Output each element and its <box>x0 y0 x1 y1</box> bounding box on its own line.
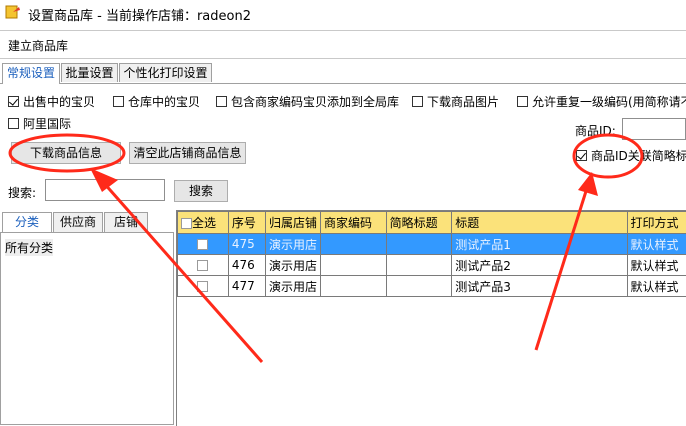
allow-duplicate-label: 允许重复一级编码(用简称请不 <box>532 93 686 110</box>
table-row[interactable]: 477 演示用店 测试产品3 默认样式 <box>178 276 686 297</box>
settings-tabstrip: 常规设置 批量设置 个性化打印设置 <box>0 63 686 84</box>
section-bar: 建立商品库 <box>0 30 686 59</box>
tab-general[interactable]: 常规设置 <box>2 63 60 84</box>
product-grid: 全选 序号 归属店铺 商家编码 简略标题 标题 打印方式 475 演示用店 测试… <box>176 210 686 426</box>
column-header[interactable]: 打印方式 <box>627 212 686 234</box>
row-select-cell[interactable] <box>178 234 229 255</box>
short-title-cell[interactable] <box>386 255 452 276</box>
category-panel: 所有分类 <box>0 232 174 425</box>
alibaba-checkbox[interactable]: 阿里国际 <box>8 115 71 132</box>
title-cell: 测试产品1 <box>452 234 627 255</box>
column-header[interactable]: 商家编码 <box>321 212 387 234</box>
code-cell[interactable] <box>321 255 387 276</box>
code-cell[interactable] <box>321 276 387 297</box>
clear-shop-items-button[interactable]: 清空此店铺商品信息 <box>129 142 246 164</box>
tab-print[interactable]: 个性化打印设置 <box>119 63 212 82</box>
shop-cell: 演示用店 <box>266 255 321 276</box>
row-checkbox[interactable] <box>197 281 208 292</box>
item-id-input[interactable] <box>622 118 686 140</box>
search-input[interactable] <box>45 179 165 201</box>
checkbox-box <box>216 96 227 107</box>
shop-cell: 演示用店 <box>266 234 321 255</box>
row-checkbox[interactable] <box>197 239 208 250</box>
item-id-link-checkbox[interactable]: 商品ID关联简略标 <box>576 147 686 164</box>
checkbox-box <box>576 150 587 161</box>
download-items-button[interactable]: 下载商品信息 <box>11 142 121 164</box>
table-header-row: 全选 序号 归属店铺 商家编码 简略标题 标题 打印方式 <box>178 212 686 234</box>
seq-cell: 475 <box>228 234 265 255</box>
on-sale-checkbox[interactable]: 出售中的宝贝 <box>8 93 95 110</box>
table-row[interactable]: 475 演示用店 测试产品1 默认样式 <box>178 234 686 255</box>
item-id-label: 商品ID: <box>575 122 616 139</box>
seq-cell: 477 <box>228 276 265 297</box>
include-code-checkbox[interactable]: 包含商家编码宝贝添加到全局库 <box>216 93 399 110</box>
print-cell[interactable]: 默认样式 <box>627 255 686 276</box>
column-header[interactable]: 归属店铺 <box>266 212 321 234</box>
in-warehouse-label: 仓库中的宝贝 <box>128 93 200 110</box>
window-title: 设置商品库 - 当前操作店铺：radeon2 <box>28 5 251 24</box>
column-header[interactable]: 序号 <box>228 212 265 234</box>
table-row[interactable]: 476 演示用店 测试产品2 默认样式 <box>178 255 686 276</box>
title-bar: 设置商品库 - 当前操作店铺：radeon2 <box>0 0 686 26</box>
tab-shop[interactable]: 店铺 <box>104 212 148 232</box>
left-tabstrip: 分类 供应商 店铺 <box>0 212 176 232</box>
code-cell[interactable] <box>321 234 387 255</box>
title-cell: 测试产品3 <box>452 276 627 297</box>
search-button[interactable]: 搜索 <box>174 180 228 202</box>
short-title-cell[interactable] <box>386 276 452 297</box>
select-all-header[interactable]: 全选 <box>178 212 229 234</box>
checkbox-box <box>8 118 19 129</box>
allow-duplicate-checkbox[interactable]: 允许重复一级编码(用简称请不 <box>517 93 686 110</box>
checkbox-box <box>113 96 124 107</box>
app-icon <box>5 4 21 20</box>
column-header[interactable]: 简略标题 <box>386 212 452 234</box>
shop-cell: 演示用店 <box>266 276 321 297</box>
in-warehouse-checkbox[interactable]: 仓库中的宝贝 <box>113 93 200 110</box>
print-cell[interactable]: 默认样式 <box>627 234 686 255</box>
row-checkbox[interactable] <box>197 260 208 271</box>
short-title-cell[interactable] <box>386 234 452 255</box>
checkbox-box <box>412 96 423 107</box>
search-label: 搜索: <box>8 184 36 201</box>
seq-cell: 476 <box>228 255 265 276</box>
print-cell[interactable]: 默认样式 <box>627 276 686 297</box>
alibaba-label: 阿里国际 <box>23 115 71 132</box>
select-all-checkbox[interactable] <box>181 218 192 229</box>
section-title: 建立商品库 <box>8 37 68 54</box>
checkbox-box <box>8 96 19 107</box>
download-images-label: 下载商品图片 <box>427 93 499 110</box>
on-sale-label: 出售中的宝贝 <box>23 93 95 110</box>
arrow-head-item-id-icon <box>578 172 598 196</box>
tab-batch[interactable]: 批量设置 <box>61 63 118 82</box>
column-header[interactable]: 标题 <box>452 212 627 234</box>
row-select-cell[interactable] <box>178 276 229 297</box>
title-cell: 测试产品2 <box>452 255 627 276</box>
tab-category[interactable]: 分类 <box>2 212 52 232</box>
row-select-cell[interactable] <box>178 255 229 276</box>
include-code-label: 包含商家编码宝贝添加到全局库 <box>231 93 399 110</box>
download-images-checkbox[interactable]: 下载商品图片 <box>412 93 499 110</box>
item-id-link-label: 商品ID关联简略标 <box>591 147 686 164</box>
category-all-item[interactable]: 所有分类 <box>5 239 53 256</box>
checkbox-box <box>517 96 528 107</box>
tab-supplier[interactable]: 供应商 <box>53 212 103 232</box>
